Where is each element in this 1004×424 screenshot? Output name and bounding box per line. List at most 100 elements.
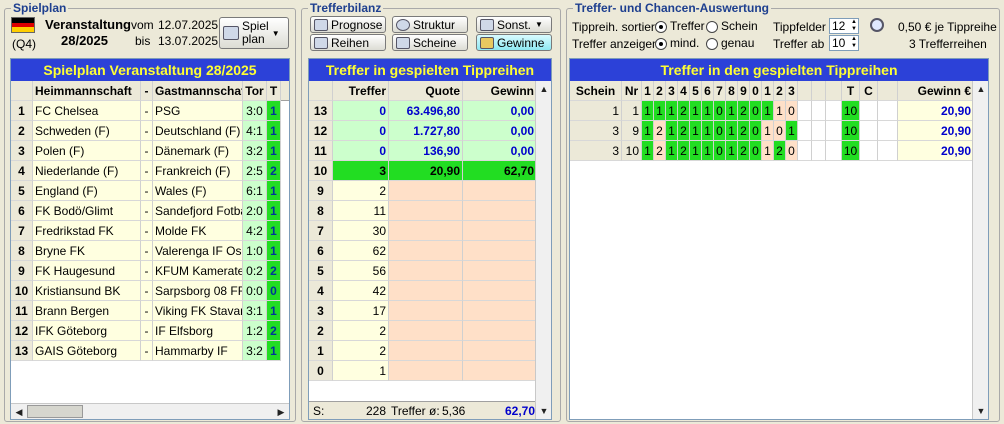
home-team: IFK Göteborg xyxy=(33,321,141,341)
show-option-mind[interactable]: mind. xyxy=(655,36,699,50)
tools-icon xyxy=(480,18,494,31)
row-number: 1 xyxy=(622,101,642,121)
scroll-up-icon[interactable]: ▲ xyxy=(973,81,988,97)
treffer-value: 56 xyxy=(333,261,389,281)
chance-value xyxy=(860,101,878,121)
col-header-tip[interactable]: T xyxy=(267,81,281,101)
col-header-t[interactable]: T xyxy=(842,81,860,101)
match-separator: - xyxy=(141,341,153,361)
scroll-thumb[interactable] xyxy=(27,405,83,418)
scroll-left-icon[interactable]: ◀ xyxy=(11,404,27,419)
col-header-score[interactable]: Tor xyxy=(243,81,267,101)
show-option-genau[interactable]: genau xyxy=(706,36,754,50)
spielplan-hscrollbar[interactable]: ◀ ▶ xyxy=(11,403,289,419)
zoom-icon[interactable] xyxy=(870,18,884,32)
col-header-home[interactable]: Heimmannschaft xyxy=(33,81,141,101)
scroll-right-icon[interactable]: ▶ xyxy=(273,404,289,419)
scheine-button[interactable]: Scheine xyxy=(392,34,468,51)
tippfelder-stepper[interactable]: 12 ▲ ▼ xyxy=(829,18,859,34)
quote-value xyxy=(389,301,463,321)
quote-value xyxy=(389,341,463,361)
to-date: 13.07.2025 xyxy=(158,34,219,48)
match-tip: 1 xyxy=(267,221,281,241)
col-header-gewinn[interactable]: Gewinn xyxy=(463,81,537,101)
grid-icon xyxy=(396,36,410,49)
treffer-value: 0 xyxy=(333,101,389,121)
radio-on-icon[interactable] xyxy=(655,20,667,33)
gewinne-button[interactable]: Gewinne xyxy=(476,34,552,51)
match-tip: 1 xyxy=(267,341,281,361)
scroll-down-icon[interactable]: ▼ xyxy=(973,403,988,419)
treffer-count-label: 8 xyxy=(309,201,333,221)
match-tip: 0 xyxy=(267,281,281,301)
reihen-button[interactable]: Reihen xyxy=(310,34,386,51)
col-header-quote[interactable]: Quote xyxy=(389,81,463,101)
tip-cell: 0 xyxy=(714,121,726,141)
tip-cell: 1 xyxy=(690,101,702,121)
quote-value xyxy=(389,361,463,381)
radio-on-icon[interactable] xyxy=(655,37,667,50)
prognose-button[interactable]: Prognose xyxy=(310,16,386,33)
tip-cell: 2 xyxy=(678,141,690,161)
trefferbilanz-vscrollbar[interactable]: ▲ ▼ xyxy=(535,81,551,419)
col-header-away[interactable]: Gastmannschaft xyxy=(153,81,243,101)
quarter-label: (Q4) xyxy=(12,37,36,51)
col-header-gewinn[interactable]: Gewinn € xyxy=(898,81,974,101)
match-number: 7 xyxy=(11,221,33,241)
spin-arrows-icon[interactable]: ▲ ▼ xyxy=(851,36,857,50)
radio-off-icon[interactable] xyxy=(706,37,718,50)
spin-arrows-icon[interactable]: ▲ ▼ xyxy=(851,19,857,33)
match-score: 3:2 xyxy=(243,141,267,161)
col-header-c[interactable]: C xyxy=(860,81,878,101)
tip-cell: 1 xyxy=(690,141,702,161)
home-team: Bryne FK xyxy=(33,241,141,261)
col-header-game: 1 xyxy=(762,81,774,101)
home-team: Schweden (F) xyxy=(33,121,141,141)
struktur-button[interactable]: Struktur xyxy=(392,16,468,33)
tip-cell: 2 xyxy=(738,101,750,121)
empty-cell xyxy=(798,101,812,121)
sort-option-schein[interactable]: Schein xyxy=(706,19,758,33)
tip-cell: 0 xyxy=(786,141,798,161)
tip-cell: 2 xyxy=(738,141,750,161)
tip-cell: 2 xyxy=(654,141,666,161)
col-header-schein[interactable]: Schein xyxy=(570,81,622,101)
spielplan-button[interactable]: Spiel plan ▼ xyxy=(219,17,289,49)
scroll-up-icon[interactable]: ▲ xyxy=(536,81,551,97)
gewinn-value xyxy=(463,301,537,321)
sonst-button[interactable]: Sonst. ▼ xyxy=(476,16,552,33)
event-label: Veranstaltung xyxy=(45,17,131,32)
treffer-ab-label: Treffer ab xyxy=(773,37,825,51)
scroll-down-icon[interactable]: ▼ xyxy=(536,403,551,419)
list-icon xyxy=(314,36,328,49)
treffer-count-label: 12 xyxy=(309,121,333,141)
calendar-icon xyxy=(223,26,239,40)
match-tip: 1 xyxy=(267,181,281,201)
tip-cell: 2 xyxy=(774,141,786,161)
away-team: KFUM Kameratene xyxy=(153,261,243,281)
col-header-empty xyxy=(798,81,812,101)
spielplan-btn-line1: Spiel xyxy=(242,19,269,33)
footer-total: 228 xyxy=(365,404,386,418)
chance-value xyxy=(860,141,878,161)
gewinn-value xyxy=(463,281,537,301)
match-separator: - xyxy=(141,121,153,141)
row-number: 9 xyxy=(622,121,642,141)
trefferbilanz-group-title: Trefferbilanz xyxy=(308,1,384,15)
auswertung-vscrollbar[interactable]: ▲ ▼ xyxy=(972,81,988,419)
gewinn-value: 0,00 xyxy=(463,141,537,161)
treffer-value: 3 xyxy=(333,161,389,181)
col-header-treffer[interactable]: Treffer xyxy=(333,81,389,101)
away-team: Deutschland (F) xyxy=(153,121,243,141)
home-team: Polen (F) xyxy=(33,141,141,161)
radio-off-icon[interactable] xyxy=(706,20,718,33)
treffer-ab-stepper[interactable]: 10 ▲ ▼ xyxy=(829,35,859,51)
tip-cell: 1 xyxy=(762,101,774,121)
match-score: 3:2 xyxy=(243,341,267,361)
tip-cell: 1 xyxy=(726,141,738,161)
sort-option-treffer[interactable]: Treffer xyxy=(655,19,705,33)
gewinn-value xyxy=(463,321,537,341)
treffer-value: 0 xyxy=(333,141,389,161)
empty-cell xyxy=(812,121,826,141)
col-header-nr[interactable]: Nr xyxy=(622,81,642,101)
